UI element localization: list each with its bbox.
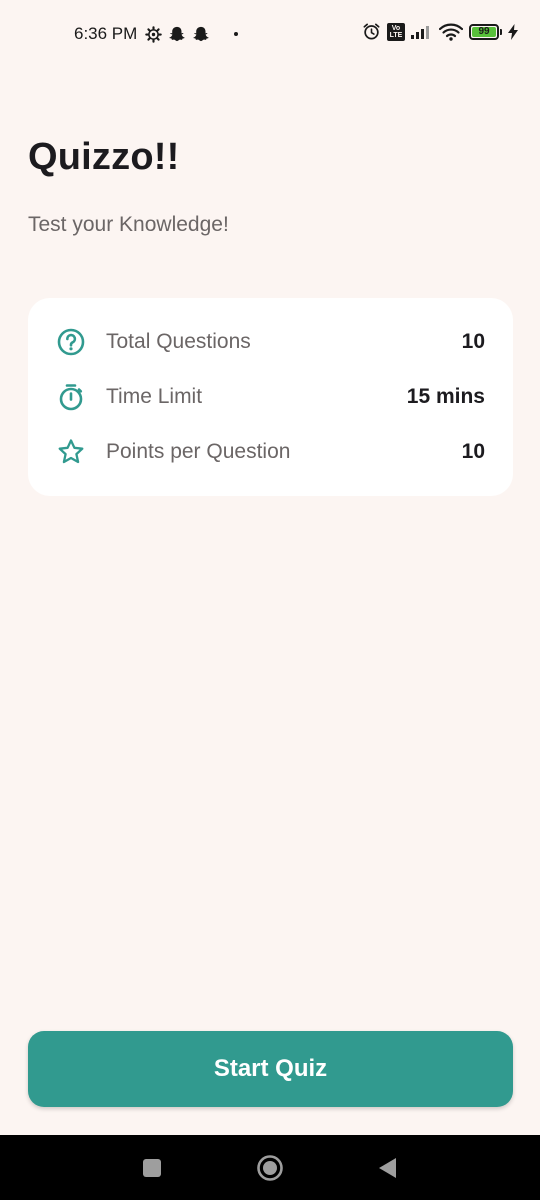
star-outline-icon — [56, 437, 86, 467]
recents-square-icon[interactable] — [138, 1154, 166, 1182]
page-title: Quizzo!! — [28, 136, 180, 178]
info-row-time-limit: Time Limit 15 mins — [56, 369, 485, 424]
info-row-total-questions: Total Questions 10 — [56, 314, 485, 369]
status-time: 6:36 PM — [74, 24, 138, 43]
info-label: Total Questions — [106, 329, 251, 353]
timer-icon — [56, 382, 86, 412]
charging-bolt-icon — [508, 23, 518, 40]
info-row-points-per-question: Points per Question 10 — [56, 424, 485, 479]
quiz-info-card: Total Questions 10 Time Limit 15 mins Po… — [28, 298, 513, 496]
info-label: Time Limit — [106, 384, 203, 408]
signal-icon — [411, 24, 433, 40]
volte-icon: Vo LTE — [387, 22, 405, 41]
battery-icon: 99 — [469, 23, 499, 40]
page-subtitle: Test your Knowledge! — [28, 213, 229, 236]
alarm-icon — [362, 22, 381, 41]
info-value: 10 — [461, 439, 485, 463]
home-circle-icon[interactable] — [256, 1154, 284, 1182]
wifi-icon — [439, 23, 463, 41]
help-circle-icon — [56, 327, 86, 357]
status-bar-right: Vo LTE 99 — [362, 22, 518, 41]
info-value: 10 — [461, 329, 485, 353]
status-bar: 6:36 PM Vo LTE 99 — [0, 0, 540, 70]
snapchat-icon — [168, 25, 186, 43]
battery-cap — [500, 28, 502, 35]
info-value: 15 mins — [406, 384, 485, 408]
volte-bottom-text: LTE — [389, 31, 403, 39]
status-bar-left: 6:36 PM — [74, 24, 239, 44]
start-quiz-button[interactable]: Start Quiz — [28, 1031, 513, 1107]
system-navigation-bar — [0, 1135, 540, 1200]
settings-gear-icon — [145, 25, 163, 43]
info-label: Points per Question — [106, 439, 291, 463]
battery-level-text: 99 — [478, 26, 490, 37]
snapchat-icon — [192, 25, 210, 43]
back-triangle-icon[interactable] — [373, 1154, 401, 1182]
notification-dot-icon — [234, 32, 239, 36]
volte-top-text: Vo — [391, 24, 401, 32]
